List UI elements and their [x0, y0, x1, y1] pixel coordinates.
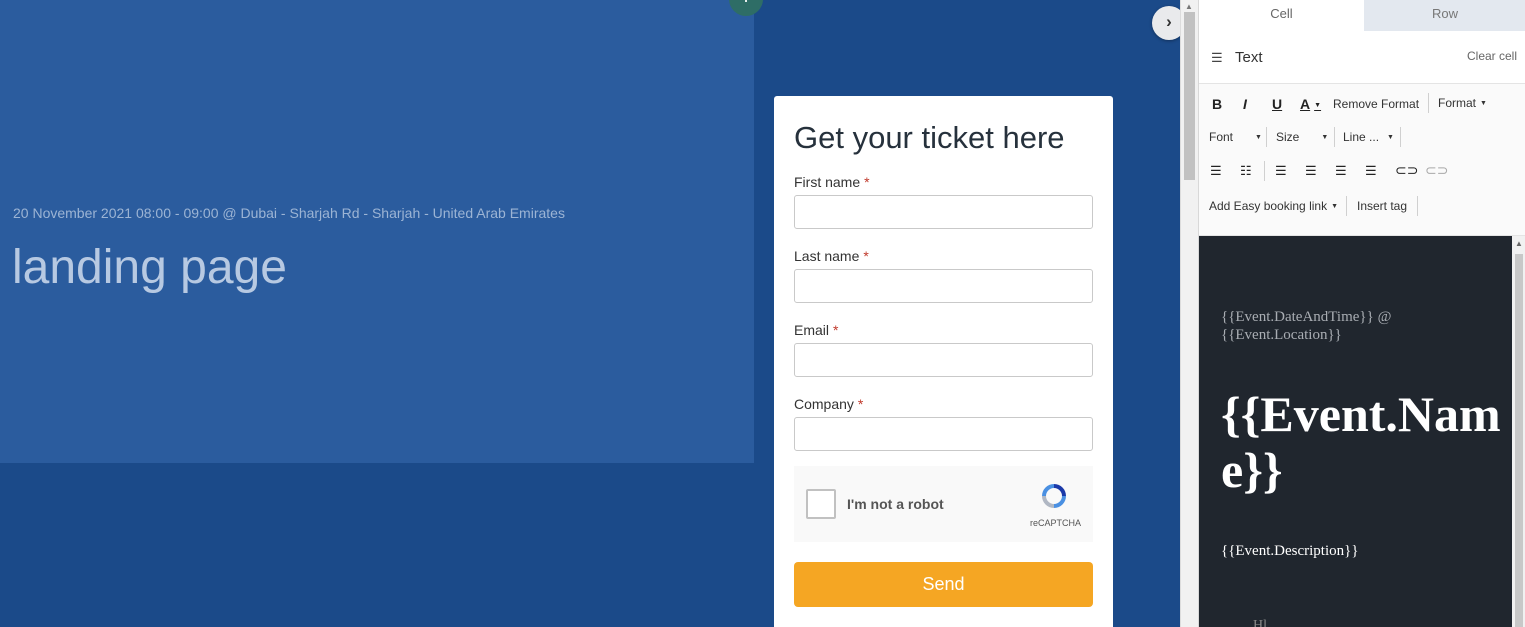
- unlink-icon[interactable]: ⊂⊃: [1425, 162, 1448, 179]
- hero-section[interactable]: 20 November 2021 08:00 - 09:00 @ Dubai -…: [0, 0, 754, 463]
- font-dropdown[interactable]: Font ▼: [1209, 130, 1262, 144]
- chevron-right-icon[interactable]: ›: [1152, 6, 1180, 40]
- align-center-icon[interactable]: ☰: [1305, 163, 1317, 179]
- line-height-dropdown[interactable]: Line ... ▼: [1343, 130, 1394, 144]
- text-toolbar: B I U A ▼ Remove Format Format ▼ Font ▼ Siz…: [1199, 83, 1525, 236]
- page-canvas: 20 November 2021 08:00 - 09:00 @ Dubai -…: [0, 0, 1180, 627]
- scroll-up-icon[interactable]: ▲: [1515, 239, 1523, 248]
- preview-event-description: {{Event.Description}}: [1221, 543, 1359, 559]
- tab-row[interactable]: Row: [1364, 0, 1525, 31]
- size-dropdown[interactable]: Size ▼: [1276, 130, 1328, 144]
- toolbar-divider: [1417, 196, 1418, 216]
- link-icon[interactable]: ⊂⊃: [1395, 162, 1418, 179]
- company-input[interactable]: [794, 417, 1093, 451]
- block-type-label: ☰ Text: [1211, 49, 1263, 66]
- tab-cell[interactable]: Cell: [1199, 0, 1364, 31]
- last-name-input[interactable]: [794, 269, 1093, 303]
- send-button[interactable]: Send: [794, 562, 1093, 607]
- first-name-label: First name *: [794, 174, 870, 190]
- last-name-label: Last name *: [794, 248, 869, 264]
- toolbar-divider: [1266, 127, 1267, 147]
- first-name-input[interactable]: [794, 195, 1093, 229]
- scroll-up-icon[interactable]: ▲: [1185, 2, 1193, 11]
- align-right-icon[interactable]: ☰: [1335, 163, 1347, 179]
- required-marker: *: [864, 174, 870, 190]
- font-color-button[interactable]: A ▼: [1300, 96, 1321, 112]
- preview-scrollbar[interactable]: ▲: [1512, 236, 1525, 627]
- underline-button[interactable]: U: [1272, 96, 1282, 112]
- align-justify-icon[interactable]: ☰: [1365, 163, 1377, 179]
- preview-partial-text: ... Hl: [1239, 618, 1267, 627]
- toolbar-divider: [1400, 127, 1401, 147]
- canvas-scrollbar[interactable]: ▲: [1180, 0, 1198, 627]
- preview-event-meta: {{Event.DateAndTime}} @ {{Event.Location…: [1221, 309, 1392, 343]
- toolbar-divider: [1264, 161, 1265, 181]
- remove-format-button[interactable]: Remove Format: [1333, 97, 1419, 111]
- scrollbar-thumb[interactable]: [1184, 12, 1195, 180]
- text-editor-preview[interactable]: {{Event.DateAndTime}} @ {{Event.Location…: [1199, 236, 1512, 627]
- toolbar-divider: [1334, 127, 1335, 147]
- toolbar-divider: [1346, 196, 1347, 216]
- recaptcha-label: I'm not a robot: [847, 496, 944, 512]
- editor-panel: Cell Row ☰ Text Clear cell B I U A ▼ Remov…: [1198, 0, 1525, 627]
- bullet-list-icon[interactable]: ☷: [1240, 163, 1252, 179]
- insert-tag-button[interactable]: Insert tag: [1357, 199, 1407, 213]
- required-marker: *: [833, 322, 839, 338]
- required-marker: *: [857, 396, 864, 412]
- company-label: Company *: [794, 396, 864, 412]
- add-booking-link-dropdown[interactable]: Add Easy booking link ▼: [1209, 199, 1338, 213]
- format-dropdown[interactable]: Format ▼: [1438, 96, 1487, 110]
- ordered-list-icon[interactable]: ☰: [1210, 163, 1222, 179]
- bold-button[interactable]: B: [1212, 96, 1222, 112]
- text-block-icon: ☰: [1211, 50, 1223, 65]
- preview-event-name: {{Event.Name}}: [1221, 386, 1501, 498]
- email-input[interactable]: [794, 343, 1093, 377]
- recaptcha-widget: I'm not a robot reCAPTCHA: [794, 466, 1093, 542]
- scrollbar-thumb[interactable]: [1515, 254, 1523, 627]
- email-label: Email *: [794, 322, 839, 338]
- required-marker: *: [863, 248, 869, 264]
- clear-cell-link[interactable]: Clear cell: [1467, 49, 1517, 63]
- recaptcha-logo-icon: [1042, 484, 1066, 508]
- toolbar-divider: [1428, 93, 1429, 113]
- ticket-form: Get your ticket here First name * Last na…: [774, 96, 1113, 627]
- recaptcha-checkbox[interactable]: [806, 489, 836, 519]
- event-meta: 20 November 2021 08:00 - 09:00 @ Dubai -…: [13, 205, 565, 221]
- panel-tabs: Cell Row: [1199, 0, 1525, 31]
- align-left-icon[interactable]: ☰: [1275, 163, 1287, 179]
- recaptcha-brand: reCAPTCHA: [1030, 518, 1082, 528]
- hero-title: landing page: [12, 241, 287, 294]
- italic-button[interactable]: I: [1243, 96, 1247, 112]
- form-title: Get your ticket here: [794, 120, 1065, 155]
